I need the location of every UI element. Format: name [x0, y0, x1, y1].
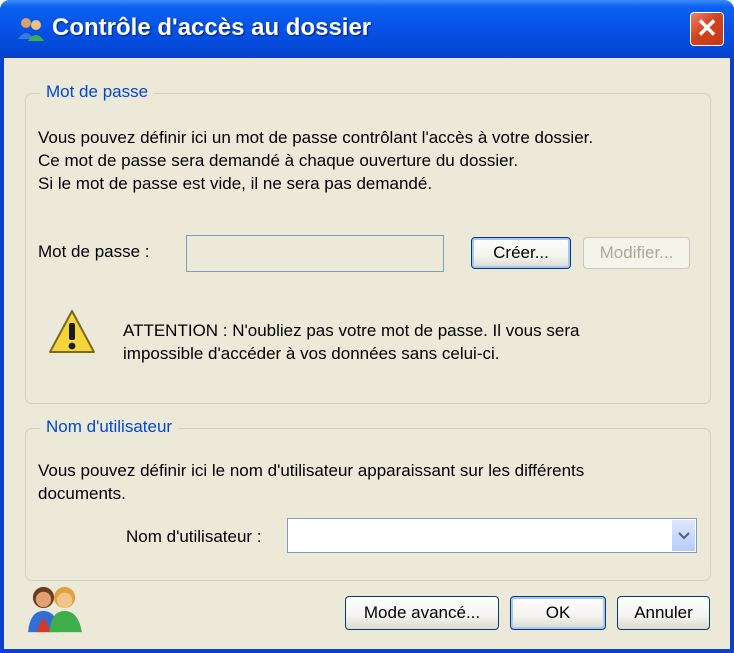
username-description-line-1: Vous pouvez définir ici le nom d'utilisa… — [38, 461, 585, 480]
password-warning-line-1: ATTENTION : N'oubliez pas votre mot de p… — [123, 321, 580, 340]
create-password-button[interactable]: Créer... — [471, 237, 571, 269]
password-field-label: Mot de passe : — [38, 242, 150, 261]
modify-password-button[interactable]: Modifier... — [583, 237, 690, 269]
warning-icon — [49, 310, 95, 353]
ok-button[interactable]: OK — [510, 596, 606, 630]
username-field-label: Nom d'utilisateur : — [126, 527, 262, 546]
username-description-line-2: documents. — [38, 484, 126, 503]
close-icon: ✕ — [696, 13, 718, 43]
password-description-line-1: Vous pouvez définir ici un mot de passe … — [38, 128, 594, 147]
cancel-button[interactable]: Annuler — [617, 596, 710, 630]
password-group-legend: Mot de passe — [40, 82, 155, 102]
password-description-line-2: Ce mot de passe sera demandé à chaque ou… — [38, 151, 519, 170]
chevron-down-icon — [677, 531, 690, 539]
password-description-line-3: Si le mot de passe est vide, il ne sera … — [38, 174, 433, 193]
username-dropdown-button[interactable] — [671, 520, 695, 551]
advanced-mode-button[interactable]: Mode avancé... — [345, 596, 499, 630]
username-groupbox: Nom d'utilisateur — [25, 417, 711, 581]
window-title: Contrôle d'accès au dossier — [52, 14, 372, 41]
dialog-window: Contrôle d'accès au dossier ✕ Mot de pas… — [0, 0, 734, 653]
users-icon — [28, 586, 82, 633]
username-group-legend: Nom d'utilisateur — [40, 417, 179, 437]
title-bar[interactable]: Contrôle d'accès au dossier ✕ — [0, 0, 734, 58]
password-field[interactable] — [186, 235, 444, 272]
username-combobox[interactable] — [287, 518, 697, 553]
close-button[interactable]: ✕ — [690, 12, 724, 46]
password-warning-line-2: impossible d'accéder à vos données sans … — [123, 344, 500, 363]
dialog-client-area: Mot de passe Vous pouvez définir ici un … — [4, 58, 730, 649]
users-icon — [18, 18, 44, 41]
